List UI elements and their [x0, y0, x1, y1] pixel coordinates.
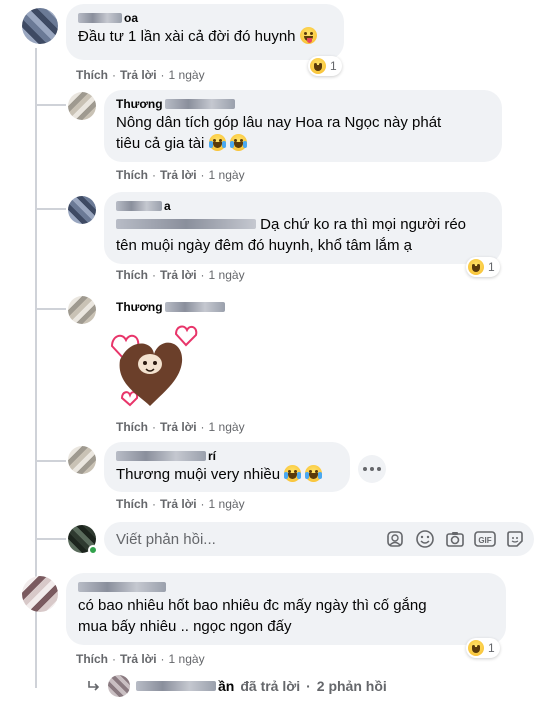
avatar[interactable]: [68, 296, 96, 324]
current-user-avatar[interactable]: [68, 525, 98, 555]
laughing-crying-emoji-icon: [284, 465, 302, 482]
like-button[interactable]: Thích: [116, 268, 148, 282]
avatar: [108, 675, 130, 697]
reply-button[interactable]: Trả lời: [160, 420, 197, 434]
haha-reaction-icon: [468, 259, 484, 275]
camera-icon[interactable]: [444, 528, 466, 550]
comment-text: có bao nhiêu hốt bao nhiêu đc mấy ngày t…: [78, 597, 427, 635]
thread-branch: [36, 308, 66, 310]
reply-button[interactable]: Trả lời: [160, 497, 197, 511]
thread-branch: [36, 538, 66, 540]
reply-button[interactable]: Trả lời: [120, 68, 157, 82]
like-button[interactable]: Thích: [116, 168, 148, 182]
comment-actions: Thích · Trả lời · 1 ngày: [76, 68, 205, 82]
comment-text: Nông dân tích góp lâu nay Hoa ra Ngọc nà…: [116, 114, 442, 152]
comment-bubble: a Dạ chứ ko ra thì mọi người réo tên muộ…: [104, 192, 502, 264]
commenter-name[interactable]: Thương: [116, 299, 225, 315]
thread-branch: [36, 460, 66, 462]
comment-text: Thương muội very nhiều: [116, 464, 338, 485]
avatar[interactable]: [68, 446, 96, 474]
sloth-eye: [143, 361, 147, 365]
comment-actions: Thích · Trả lời · 1 ngày: [116, 420, 245, 434]
sticker-icon[interactable]: [504, 528, 526, 550]
avatar-sticker-icon[interactable]: [384, 528, 406, 550]
thread-branch: [36, 208, 66, 210]
comment-actions: Thích · Trả lời · 1 ngày: [116, 497, 245, 511]
comment-actions: Thích · Trả lời · 1 ngày: [76, 652, 205, 666]
sloth-body: [119, 342, 183, 406]
commenter-name[interactable]: rí: [116, 448, 338, 464]
avatar[interactable]: [68, 196, 96, 224]
reaction-badge[interactable]: 1: [308, 56, 342, 76]
reply-button[interactable]: Trả lời: [120, 652, 157, 666]
tongue-emoji-icon: [299, 27, 317, 44]
like-button[interactable]: Thích: [76, 652, 108, 666]
avatar[interactable]: [22, 8, 58, 44]
comment-text: Dạ chứ ko ra thì mọi người réo tên muội …: [116, 216, 467, 254]
comment-bubble: rí Thương muội very nhiều: [104, 442, 350, 492]
more-options-button[interactable]: [358, 455, 386, 483]
commenter-name[interactable]: a: [116, 198, 490, 214]
thread-branch: [36, 104, 66, 106]
laughing-crying-emoji-icon: [305, 465, 323, 482]
reaction-badge[interactable]: 1: [466, 638, 500, 658]
reply-arrow-icon: [88, 681, 100, 691]
gif-icon[interactable]: GIF: [474, 528, 496, 550]
heart-sloth-sticker[interactable]: [100, 318, 200, 412]
laughing-crying-emoji-icon: [229, 134, 247, 151]
avatar[interactable]: [68, 92, 96, 120]
reply-button[interactable]: Trả lời: [160, 268, 197, 282]
sloth-eye: [153, 361, 157, 365]
haha-reaction-icon: [468, 640, 484, 656]
reaction-badge[interactable]: 1: [466, 257, 500, 277]
timestamp[interactable]: 1 ngày: [169, 652, 205, 666]
like-button[interactable]: Thích: [76, 68, 108, 82]
haha-reaction-icon: [310, 58, 326, 74]
timestamp[interactable]: 1 ngày: [209, 168, 245, 182]
like-button[interactable]: Thích: [116, 420, 148, 434]
online-status-dot: [88, 545, 98, 555]
reply-button[interactable]: Trả lời: [160, 168, 197, 182]
commenter-name[interactable]: Thương: [116, 96, 490, 112]
comment-actions: Thích · Trả lời · 1 ngày: [116, 168, 245, 182]
timestamp[interactable]: 1 ngày: [209, 268, 245, 282]
avatar[interactable]: [22, 576, 58, 612]
emoji-icon[interactable]: [414, 528, 436, 550]
reply-input[interactable]: Viết phản hồi... GIF: [104, 522, 534, 556]
comment-text: Đầu tư 1 lần xài cả đời đó huynh: [78, 26, 332, 47]
commenter-name[interactable]: [78, 579, 494, 595]
comment-bubble: oa Đầu tư 1 lần xài cả đời đó huynh: [66, 4, 344, 60]
like-button[interactable]: Thích: [116, 497, 148, 511]
sticker-heart-right: [174, 325, 198, 347]
svg-text:GIF: GIF: [478, 536, 491, 545]
timestamp[interactable]: 1 ngày: [169, 68, 205, 82]
comment-actions: Thích · Trả lời · 1 ngày: [116, 268, 245, 282]
reply-input-placeholder[interactable]: Viết phản hồi...: [116, 531, 384, 548]
laughing-crying-emoji-icon: [208, 134, 226, 151]
comment-bubble: có bao nhiêu hốt bao nhiêu đc mấy ngày t…: [66, 573, 506, 645]
timestamp[interactable]: 1 ngày: [209, 420, 245, 434]
comment-bubble: Thương Nông dân tích góp lâu nay Hoa ra …: [104, 90, 502, 162]
view-replies-link[interactable]: ần đã trả lời · 2 phản hồi: [86, 674, 387, 698]
timestamp[interactable]: 1 ngày: [209, 497, 245, 511]
sticker-heart-bottom: [120, 391, 139, 407]
commenter-name[interactable]: oa: [78, 10, 332, 26]
